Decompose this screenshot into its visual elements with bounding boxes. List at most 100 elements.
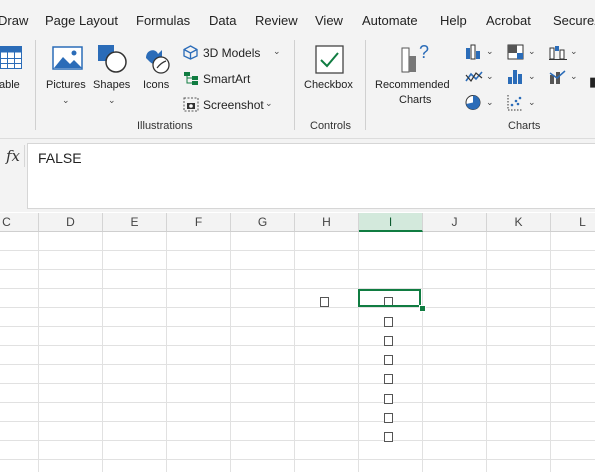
illustrations-group-label: Illustrations [137,120,193,132]
smartart-label: SmartArt [203,72,251,86]
column-chart-icon [466,44,480,60]
tab-review[interactable]: Review [255,13,298,28]
icons-icon [146,50,170,74]
group-separator [294,40,295,130]
chevron-down-icon: ⌄ [528,71,536,81]
grid-line [0,250,595,251]
chevron-down-icon: ⌄ [570,71,578,81]
cell-checkbox-i[interactable] [384,432,393,442]
screenshot-icon [183,97,199,112]
tab-automate[interactable]: Automate [362,13,418,28]
column-header-e[interactable]: E [103,213,167,231]
controls-group-label: Controls [310,120,351,132]
grid-line [102,232,103,472]
maps-chart-button[interactable]: ▮ [589,74,595,90]
grid-line [166,232,167,472]
chevron-down-icon: ⌄ [486,97,494,107]
charts-group-label: Charts [508,120,541,132]
column-header-l[interactable]: L [551,213,595,231]
grid-line [230,232,231,472]
chevron-down-icon: ⌄ [486,46,494,56]
grid-line [0,459,595,460]
chevron-down-icon: ⌄ [265,98,273,108]
fill-handle[interactable] [419,305,426,312]
chevron-down-icon: ⌄ [62,95,70,105]
insert-function-button[interactable]: fx [2,145,25,167]
combo-chart-icon [549,70,566,84]
grid-line [0,326,595,327]
table-icon [0,46,22,69]
grid-line [38,232,39,472]
recommended-charts-label-1: Recommended [375,79,450,91]
tab-acrobat[interactable]: Acrobat [486,13,531,28]
active-cell-selection[interactable] [358,289,421,307]
pie-chart-icon [465,95,481,110]
column-header-i[interactable]: I [359,213,423,232]
svg-text:?: ? [419,42,429,62]
grid-line [0,345,595,346]
grid-line [0,269,595,270]
grid-line [0,402,595,403]
chevron-down-icon: ⌄ [486,71,494,81]
cell-checkbox-i[interactable] [384,355,393,365]
cell-checkbox-i[interactable] [384,394,393,404]
tab-help[interactable]: Help [440,13,467,28]
column-header-row: C D E F G H I J K L [0,213,595,232]
cell-checkbox-i[interactable] [384,336,393,346]
recommended-charts-label-2: Charts [399,94,432,106]
chevron-down-icon: ⌄ [273,46,281,56]
cell-checkbox-i[interactable] [384,413,393,423]
grid-line [358,232,359,472]
group-separator [365,40,366,130]
column-header-g[interactable]: G [231,213,295,231]
tab-securezip[interactable]: SecureZ [553,13,595,28]
column-header-d[interactable]: D [39,213,103,231]
column-header-h[interactable]: H [295,213,359,231]
tab-draw[interactable]: Draw [0,13,28,28]
tab-formulas[interactable]: Formulas [136,13,190,28]
tab-data[interactable]: Data [209,13,236,28]
tab-view[interactable]: View [315,13,343,28]
formula-value: FALSE [38,150,82,166]
grid-line [0,288,595,289]
cell-checkbox-i[interactable] [384,374,393,384]
column-header-c[interactable]: C [0,213,39,231]
chevron-down-icon: ⌄ [528,46,536,56]
icons-label: Icons [143,79,170,91]
3d-models-label: 3D Models [203,46,261,60]
chevron-down-icon: ⌄ [570,46,578,56]
grid-line [0,440,595,441]
grid-line [0,421,595,422]
chevron-down-icon: ⌄ [528,97,536,107]
scatter-chart-icon [507,95,523,111]
cell-checkbox-i[interactable] [384,317,393,327]
column-header-j[interactable]: J [423,213,487,231]
grid-line [294,232,295,472]
screenshot-label: Screenshot [203,98,264,112]
column-header-f[interactable]: F [167,213,231,231]
group-separator [35,40,36,130]
hierarchy-chart-icon [507,44,524,60]
cell-grid[interactable] [0,232,595,472]
cell-checkbox-h[interactable] [320,297,329,307]
column-header-k[interactable]: K [487,213,551,231]
statistic-chart-icon [508,70,522,84]
pictures-label: Pictures [46,79,86,91]
ribbon-tab-bar: Draw Page Layout Formulas Data Review Vi… [0,0,595,36]
checkbox-label: Checkbox [304,79,353,91]
grid-line [0,307,595,308]
formula-bar: fx FALSE [0,139,595,212]
formula-input[interactable]: FALSE [27,143,595,209]
recommended-charts-icon: ? [401,42,429,73]
table-label: able [0,79,20,91]
grid-line [0,383,595,384]
shapes-icon [98,45,127,73]
cube-icon [183,45,198,60]
grid-line [0,364,595,365]
line-chart-icon [465,71,483,83]
tab-page-layout[interactable]: Page Layout [45,13,118,28]
waterfall-chart-icon [549,46,567,60]
pictures-icon [52,46,83,70]
ribbon: able Pictures ⌄ Shapes ⌄ Icons 3D Models… [0,36,595,139]
smartart-icon [184,72,198,85]
